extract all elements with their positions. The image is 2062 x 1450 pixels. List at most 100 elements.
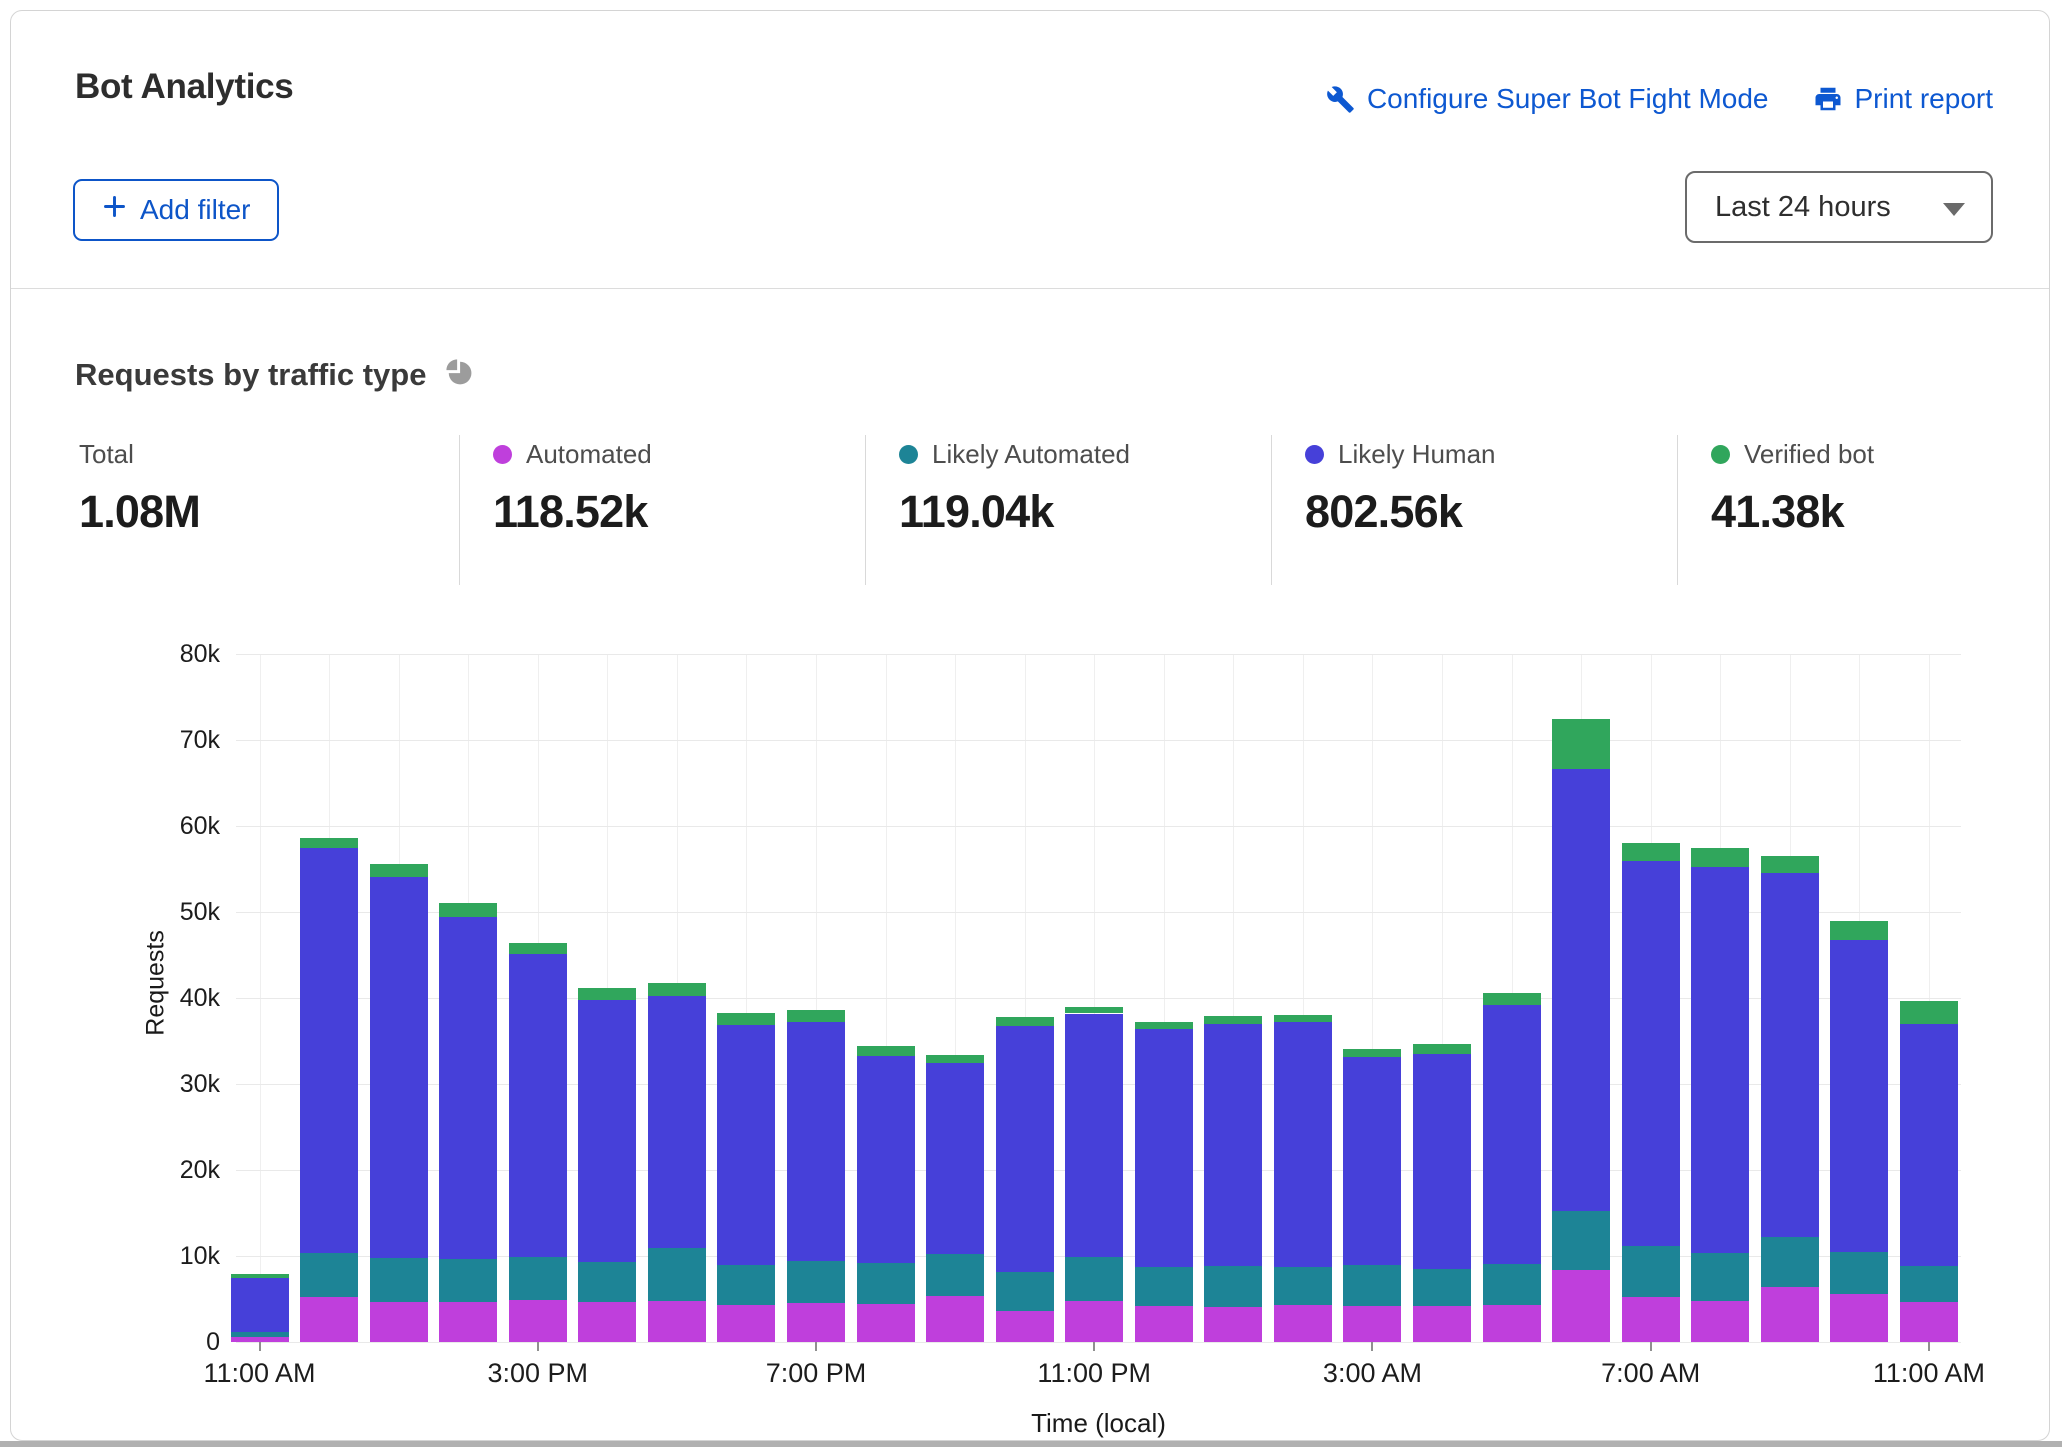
- bar-segment-likely-human[interactable]: [857, 1056, 915, 1263]
- bar-segment-automated[interactable]: [648, 1301, 706, 1342]
- bar-segment-likely-human[interactable]: [1552, 769, 1610, 1211]
- bar-segment-likely-human[interactable]: [1761, 873, 1819, 1237]
- print-report-link[interactable]: Print report: [1813, 83, 1994, 115]
- bar-segment-automated[interactable]: [1204, 1307, 1262, 1342]
- bar-segment-verified-bot[interactable]: [370, 864, 428, 877]
- bar-segment-likely-human[interactable]: [300, 848, 358, 1252]
- bar-segment-likely-automated[interactable]: [1065, 1257, 1123, 1301]
- bar-segment-verified-bot[interactable]: [1622, 843, 1680, 861]
- bar-segment-likely-human[interactable]: [787, 1022, 845, 1261]
- bar-segment-likely-human[interactable]: [1135, 1029, 1193, 1267]
- bar-segment-likely-human[interactable]: [1204, 1024, 1262, 1267]
- bar-segment-verified-bot[interactable]: [1552, 719, 1610, 770]
- bar-segment-likely-human[interactable]: [231, 1278, 289, 1331]
- bar-segment-likely-human[interactable]: [1830, 940, 1888, 1252]
- bar-segment-likely-automated[interactable]: [1135, 1267, 1193, 1306]
- bar-segment-automated[interactable]: [1413, 1306, 1471, 1342]
- bar-segment-automated[interactable]: [1274, 1305, 1332, 1342]
- bar-segment-automated[interactable]: [996, 1311, 1054, 1342]
- bar-segment-automated[interactable]: [1483, 1305, 1541, 1342]
- bar-segment-verified-bot[interactable]: [1343, 1049, 1401, 1058]
- bar-segment-verified-bot[interactable]: [1900, 1001, 1958, 1023]
- bar-segment-verified-bot[interactable]: [787, 1010, 845, 1022]
- bar-segment-verified-bot[interactable]: [1065, 1007, 1123, 1013]
- bar-segment-likely-human[interactable]: [1413, 1054, 1471, 1269]
- bar-segment-automated[interactable]: [578, 1302, 636, 1342]
- bar-segment-automated[interactable]: [1343, 1306, 1401, 1342]
- bar-segment-likely-automated[interactable]: [1552, 1211, 1610, 1269]
- bar-segment-automated[interactable]: [787, 1303, 845, 1342]
- bar-segment-likely-automated[interactable]: [1343, 1265, 1401, 1305]
- bar-segment-likely-automated[interactable]: [578, 1262, 636, 1302]
- bar-segment-verified-bot[interactable]: [1761, 856, 1819, 873]
- bar-segment-likely-automated[interactable]: [717, 1265, 775, 1305]
- bar-segment-automated[interactable]: [1552, 1270, 1610, 1342]
- bar-segment-likely-automated[interactable]: [370, 1258, 428, 1302]
- bar-segment-verified-bot[interactable]: [1483, 993, 1541, 1005]
- bar-segment-verified-bot[interactable]: [300, 838, 358, 848]
- bar-segment-automated[interactable]: [717, 1305, 775, 1342]
- bar-segment-likely-human[interactable]: [1343, 1057, 1401, 1265]
- bar-segment-likely-automated[interactable]: [439, 1259, 497, 1302]
- bar-segment-automated[interactable]: [1761, 1287, 1819, 1342]
- bar-segment-verified-bot[interactable]: [231, 1274, 289, 1278]
- bar-segment-likely-automated[interactable]: [1622, 1246, 1680, 1298]
- bar-segment-verified-bot[interactable]: [1691, 848, 1749, 868]
- bar-segment-likely-human[interactable]: [509, 954, 567, 1257]
- bar-segment-likely-automated[interactable]: [1761, 1237, 1819, 1287]
- bar-segment-likely-automated[interactable]: [996, 1272, 1054, 1311]
- bar-segment-likely-automated[interactable]: [648, 1248, 706, 1300]
- bar-segment-likely-automated[interactable]: [1274, 1267, 1332, 1305]
- bar-segment-verified-bot[interactable]: [996, 1017, 1054, 1026]
- bar-segment-likely-human[interactable]: [717, 1025, 775, 1265]
- bar-segment-verified-bot[interactable]: [439, 903, 497, 918]
- bar-segment-likely-human[interactable]: [578, 1000, 636, 1262]
- bar-segment-verified-bot[interactable]: [717, 1013, 775, 1025]
- bar-segment-likely-human[interactable]: [1065, 1014, 1123, 1257]
- time-range-select[interactable]: Last 24 hours: [1685, 171, 1993, 243]
- bar-segment-automated[interactable]: [926, 1296, 984, 1342]
- add-filter-button[interactable]: Add filter: [73, 179, 279, 241]
- bar-segment-automated[interactable]: [439, 1302, 497, 1342]
- bar-segment-likely-human[interactable]: [1622, 861, 1680, 1245]
- bar-segment-verified-bot[interactable]: [1274, 1015, 1332, 1022]
- bar-segment-automated[interactable]: [300, 1297, 358, 1342]
- bar-segment-likely-automated[interactable]: [926, 1254, 984, 1296]
- bar-segment-automated[interactable]: [1135, 1306, 1193, 1342]
- bar-segment-verified-bot[interactable]: [1204, 1016, 1262, 1024]
- bar-segment-likely-automated[interactable]: [787, 1261, 845, 1303]
- bar-segment-likely-human[interactable]: [1274, 1022, 1332, 1267]
- bar-segment-verified-bot[interactable]: [926, 1055, 984, 1063]
- bar-segment-verified-bot[interactable]: [857, 1046, 915, 1055]
- bar-segment-likely-automated[interactable]: [1413, 1269, 1471, 1306]
- bar-segment-automated[interactable]: [857, 1304, 915, 1342]
- bar-segment-likely-human[interactable]: [439, 917, 497, 1259]
- bar-segment-verified-bot[interactable]: [1413, 1044, 1471, 1054]
- bar-segment-likely-automated[interactable]: [509, 1257, 567, 1300]
- bar-segment-automated[interactable]: [509, 1300, 567, 1342]
- bar-segment-automated[interactable]: [1622, 1297, 1680, 1342]
- bar-segment-likely-human[interactable]: [996, 1026, 1054, 1272]
- bar-segment-likely-automated[interactable]: [1830, 1252, 1888, 1294]
- bar-segment-verified-bot[interactable]: [1830, 921, 1888, 940]
- bar-segment-likely-automated[interactable]: [1483, 1264, 1541, 1305]
- bar-segment-likely-automated[interactable]: [300, 1253, 358, 1298]
- bar-segment-automated[interactable]: [370, 1302, 428, 1342]
- bar-segment-likely-automated[interactable]: [231, 1332, 289, 1337]
- bar-segment-likely-automated[interactable]: [1204, 1266, 1262, 1306]
- bar-segment-likely-automated[interactable]: [857, 1263, 915, 1304]
- bar-segment-likely-automated[interactable]: [1691, 1253, 1749, 1300]
- bar-segment-verified-bot[interactable]: [509, 943, 567, 954]
- bar-segment-likely-human[interactable]: [1900, 1024, 1958, 1267]
- bar-segment-verified-bot[interactable]: [1135, 1022, 1193, 1029]
- bar-segment-verified-bot[interactable]: [578, 988, 636, 1000]
- bar-segment-likely-human[interactable]: [926, 1063, 984, 1255]
- bar-segment-likely-human[interactable]: [1483, 1005, 1541, 1264]
- bar-segment-automated[interactable]: [1691, 1301, 1749, 1342]
- bar-segment-automated[interactable]: [1900, 1302, 1958, 1342]
- bar-segment-likely-human[interactable]: [648, 996, 706, 1248]
- bar-segment-verified-bot[interactable]: [648, 983, 706, 997]
- bar-segment-likely-human[interactable]: [370, 877, 428, 1258]
- bar-segment-automated[interactable]: [1065, 1301, 1123, 1342]
- bar-segment-automated[interactable]: [1830, 1294, 1888, 1342]
